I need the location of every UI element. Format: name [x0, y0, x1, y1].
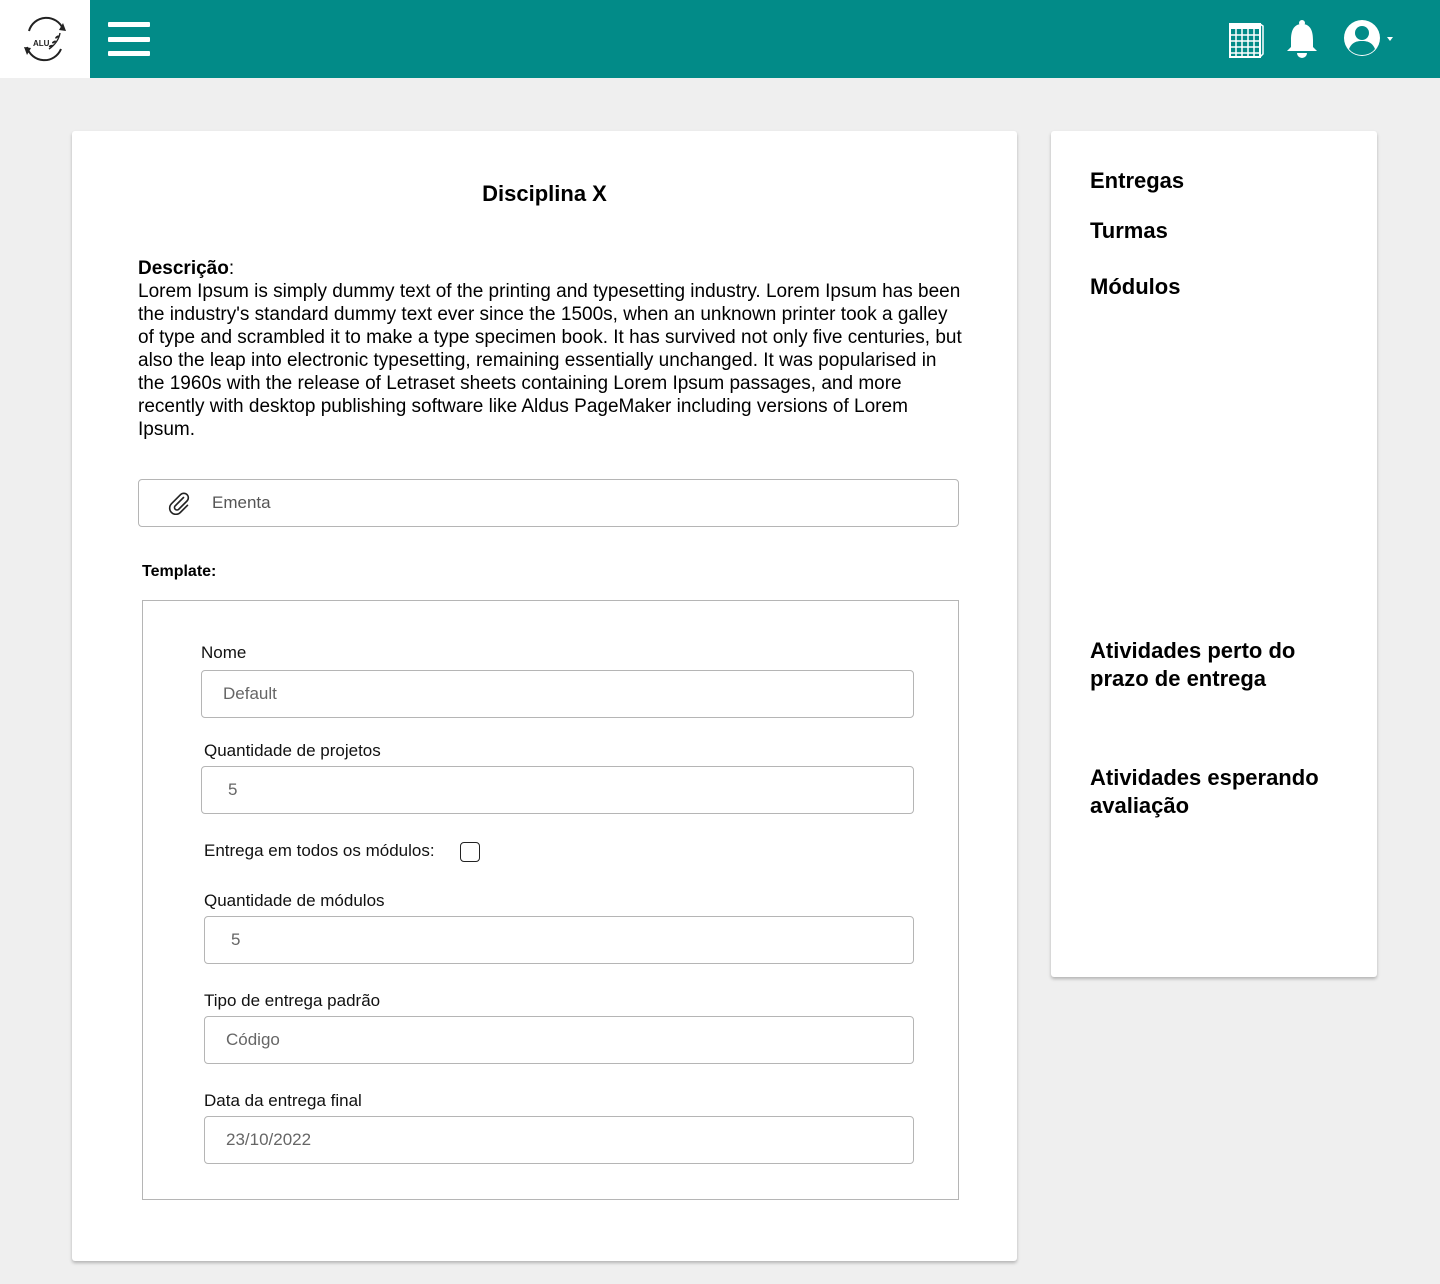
entrega-todos-checkbox[interactable]	[460, 842, 480, 862]
atividades-prazo-heading: Atividades perto do prazo de entrega	[1090, 638, 1296, 691]
template-label: Template:	[142, 563, 217, 580]
nome-input[interactable]: Default	[201, 670, 914, 718]
data-label: Data da entrega final	[204, 1091, 362, 1110]
bell-icon[interactable]	[1284, 18, 1320, 60]
entrega-todos-label: Entrega em todos os módulos:	[204, 841, 435, 860]
data-input[interactable]: 23/10/2022	[204, 1116, 914, 1164]
page-title: Disciplina X	[482, 181, 607, 206]
turmas-link[interactable]: Turmas	[1090, 217, 1168, 245]
entregas-link[interactable]: Entregas	[1090, 167, 1184, 195]
description: Descrição: Lorem Ipsum is simply dummy t…	[138, 258, 962, 440]
logo[interactable]: ALU	[0, 0, 90, 78]
paperclip-icon	[168, 492, 190, 515]
side-panel: Entregas Turmas Módulos Atividades perto…	[1051, 131, 1377, 977]
atividades-avaliacao-heading: Atividades esperando avaliação	[1090, 765, 1319, 818]
svg-text:ALU: ALU	[33, 39, 50, 48]
menu-icon[interactable]	[108, 22, 150, 56]
alu-logo-icon: ALU	[24, 16, 66, 62]
tipo-label: Tipo de entrega padrão	[204, 991, 381, 1010]
discipline-card: Disciplina X Descrição: Lorem Ipsum is s…	[72, 131, 1017, 1261]
description-label: Descrição	[138, 258, 229, 279]
modulos-link[interactable]: Módulos	[1090, 273, 1180, 301]
projetos-input[interactable]: 5	[201, 766, 914, 814]
modulos-input[interactable]: 5	[204, 916, 914, 964]
projetos-label: Quantidade de projetos	[204, 741, 381, 760]
caret-down-icon	[1387, 37, 1393, 41]
template-panel: Nome Default Quantidade de projetos 5 En…	[142, 600, 959, 1200]
description-text: Lorem Ipsum is simply dummy text of the …	[138, 281, 962, 440]
user-menu-button[interactable]	[1342, 18, 1396, 58]
tipo-input[interactable]: Código	[204, 1016, 914, 1064]
modulos-label: Quantidade de módulos	[204, 891, 385, 910]
nome-label: Nome	[201, 643, 247, 662]
ementa-attachment[interactable]: Ementa	[138, 479, 959, 527]
top-bar: ALU	[0, 0, 1440, 78]
calendar-icon[interactable]	[1228, 20, 1264, 60]
ementa-label: Ementa	[212, 493, 271, 512]
